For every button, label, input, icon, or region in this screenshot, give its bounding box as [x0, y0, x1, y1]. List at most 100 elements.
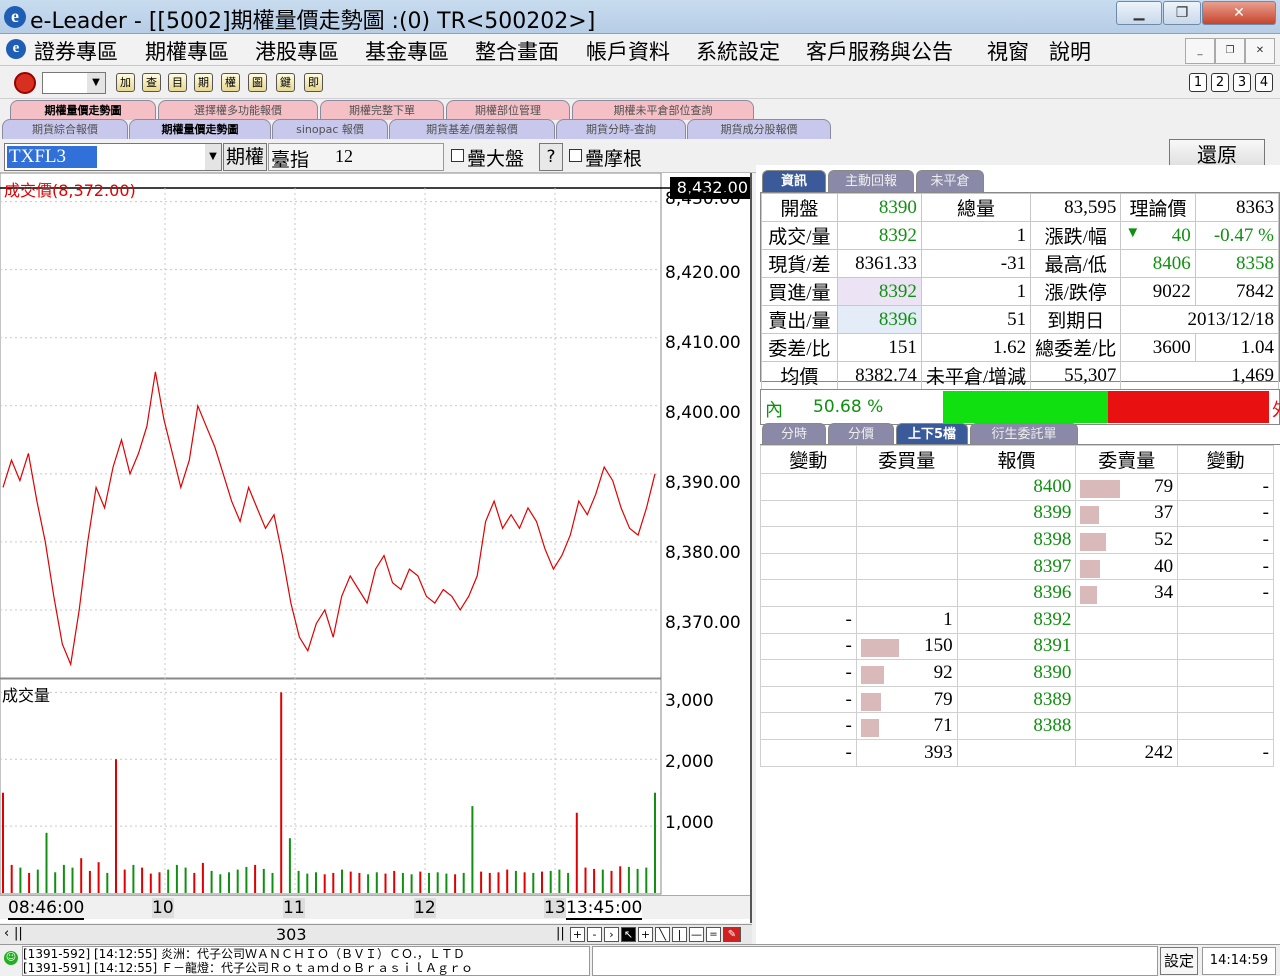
tab-derivative-orders[interactable]: 衍生委託單: [970, 423, 1078, 445]
mdi-restore-button[interactable]: ❐: [1215, 38, 1245, 64]
mdi-minimize-button[interactable]: _: [1185, 38, 1215, 64]
options-icon[interactable]: 權: [221, 73, 240, 92]
change-cell: -: [1177, 473, 1274, 501]
minimize-button[interactable]: ▁: [1116, 1, 1162, 25]
y-tick-label: 8,430.00: [665, 189, 741, 209]
list-icon[interactable]: 目: [168, 73, 187, 92]
tab-price-dist[interactable]: 分價: [828, 423, 894, 445]
scroll-left-icon[interactable]: ‹: [4, 926, 9, 941]
query-icon[interactable]: 查: [142, 73, 161, 92]
overlay-market-checkbox[interactable]: [451, 149, 464, 162]
overlay-candle-checkbox[interactable]: [569, 149, 582, 162]
realtime-icon[interactable]: 即: [304, 73, 323, 92]
tab-timeshare[interactable]: 分時: [762, 423, 826, 445]
channel-tool-icon[interactable]: =: [706, 927, 721, 942]
col-bid-volume: 委買量: [855, 445, 958, 474]
add-icon[interactable]: 加: [116, 73, 135, 92]
info-label: 理論價: [1120, 193, 1196, 222]
tab-full-order[interactable]: 期權完整下單: [320, 100, 444, 120]
col-ask-volume: 委賣量: [1075, 445, 1179, 474]
info-value: 55,307: [1030, 361, 1122, 390]
tab-components[interactable]: 期貨成分股報價: [687, 119, 831, 139]
ask-row: 8400 79-: [760, 473, 1274, 501]
page-4-button[interactable]: 4: [1255, 73, 1273, 92]
volume-bar: [1080, 506, 1100, 525]
zoom-in-button[interactable]: +: [570, 927, 585, 942]
tab-price-trend[interactable]: 期權量價走勢圖: [10, 100, 156, 120]
close-button[interactable]: ✕: [1202, 1, 1276, 25]
volume-bar: [860, 665, 884, 684]
settings-button[interactable]: 設定: [1160, 947, 1198, 975]
scroll-value: 303: [276, 925, 307, 944]
bid-vol-cell: [855, 500, 958, 528]
line-tool-icon[interactable]: ╲: [655, 927, 670, 942]
zoom-out-button[interactable]: -: [587, 927, 602, 942]
change-cell: [1177, 659, 1274, 687]
menu-customer-service[interactable]: 客戶服務與公告: [806, 36, 953, 66]
overlay-market-label: 疊大盤: [467, 148, 525, 170]
vline-tool-icon[interactable]: |: [672, 927, 687, 942]
volume-value: 34: [1154, 582, 1174, 604]
pointer-icon[interactable]: ↖: [621, 927, 636, 942]
info-label: 開盤: [761, 193, 838, 222]
status-bar: ☺ [1391-592] [14:12:55] 炎洲：代子公司ＷＡＮＣＨＩＯ（Ｂ…: [0, 944, 1280, 976]
maximize-button[interactable]: ❐: [1163, 1, 1201, 25]
x-tick-label: 10: [152, 898, 174, 918]
tab-info[interactable]: 資訊: [762, 170, 826, 192]
tab-futures-quotes[interactable]: 期貨綜合報價: [2, 119, 128, 139]
tab-option-quotes[interactable]: 選擇權多功能報價: [158, 100, 318, 120]
scroll-right-button[interactable]: ›: [604, 927, 619, 942]
chart-icon[interactable]: 圖: [248, 73, 267, 92]
x-tick-label: 11: [283, 898, 305, 918]
change-cell: -: [760, 632, 857, 661]
chart-scrollbar[interactable]: ‹ || 303 || + - › ↖ + ╲ | — = ✎: [0, 924, 752, 944]
menu-account[interactable]: 帳戶資料: [586, 36, 670, 66]
scroll-thumb-end[interactable]: ||: [556, 926, 565, 941]
tab-position-mgmt[interactable]: 期權部位管理: [446, 100, 570, 120]
info-label: 成交/量: [761, 221, 838, 250]
info-value: 8406: [1120, 249, 1196, 278]
symbol-select[interactable]: TXFL3 ▼: [4, 143, 222, 171]
menu-settings[interactable]: 系統設定: [696, 36, 780, 66]
futures-icon[interactable]: 期: [194, 73, 213, 92]
hline-tool-icon[interactable]: —: [689, 927, 704, 942]
page-3-button[interactable]: 3: [1233, 73, 1251, 92]
help-button[interactable]: ?: [539, 143, 563, 171]
price-volume-chart[interactable]: 成交價(8,372.00) 8,432.00 成交量 8,430.00 8,42…: [0, 173, 752, 923]
page-2-button[interactable]: 2: [1211, 73, 1229, 92]
mdi-close-button[interactable]: ✕: [1245, 38, 1275, 64]
change-cell: -: [1177, 552, 1274, 581]
tab-open-interest[interactable]: 未平倉: [916, 170, 984, 192]
page-1-button[interactable]: 1: [1189, 73, 1207, 92]
tab-active-report[interactable]: 主動回報: [828, 170, 914, 192]
erase-icon[interactable]: ✎: [723, 927, 741, 942]
keyboard-icon[interactable]: 鍵: [276, 73, 295, 92]
change-cell: [760, 526, 857, 554]
change-cell: -: [1177, 526, 1274, 554]
menu-funds[interactable]: 基金專區: [365, 36, 449, 66]
news-ticker[interactable]: [1391-592] [14:12:55] 炎洲：代子公司ＷＡＮＣＨＩＯ（ＢＶＩ…: [22, 946, 590, 976]
tab-sinopac-quotes[interactable]: sinopac 報價: [272, 119, 388, 139]
menu-hk-stocks[interactable]: 港股專區: [255, 36, 339, 66]
volume-bar: [1080, 586, 1098, 605]
menu-securities[interactable]: 證券專區: [34, 36, 118, 66]
menu-window[interactable]: 視窗: [987, 36, 1029, 66]
menu-help[interactable]: 說明: [1049, 36, 1091, 66]
tab-price-trend-2[interactable]: 期權量價走勢圖: [129, 119, 271, 139]
option-button[interactable]: 期權: [223, 143, 267, 171]
menu-options[interactable]: 期權專區: [145, 36, 229, 66]
toolbar-dropdown[interactable]: ▼: [42, 72, 106, 94]
crosshair-icon[interactable]: +: [638, 927, 653, 942]
tab-futures-timeshare[interactable]: 期貨分時-查詢: [556, 119, 686, 139]
stop-icon[interactable]: [14, 72, 36, 94]
bid-vol-cell: [855, 553, 958, 581]
change-cell: -: [1177, 499, 1274, 528]
tab-open-position-query[interactable]: 期權未平倉部位查詢: [572, 100, 754, 120]
index-box: 臺指 12: [268, 143, 444, 171]
tab-5-levels[interactable]: 上下5檔: [896, 423, 968, 445]
tab-basis-quotes[interactable]: 期貨基差/價差報價: [389, 119, 555, 139]
volume-value: 92: [933, 661, 953, 683]
scroll-thumb-start[interactable]: ||: [14, 926, 23, 941]
menu-integrated[interactable]: 整合畫面: [475, 36, 559, 66]
app-menu-icon[interactable]: e: [6, 39, 26, 59]
